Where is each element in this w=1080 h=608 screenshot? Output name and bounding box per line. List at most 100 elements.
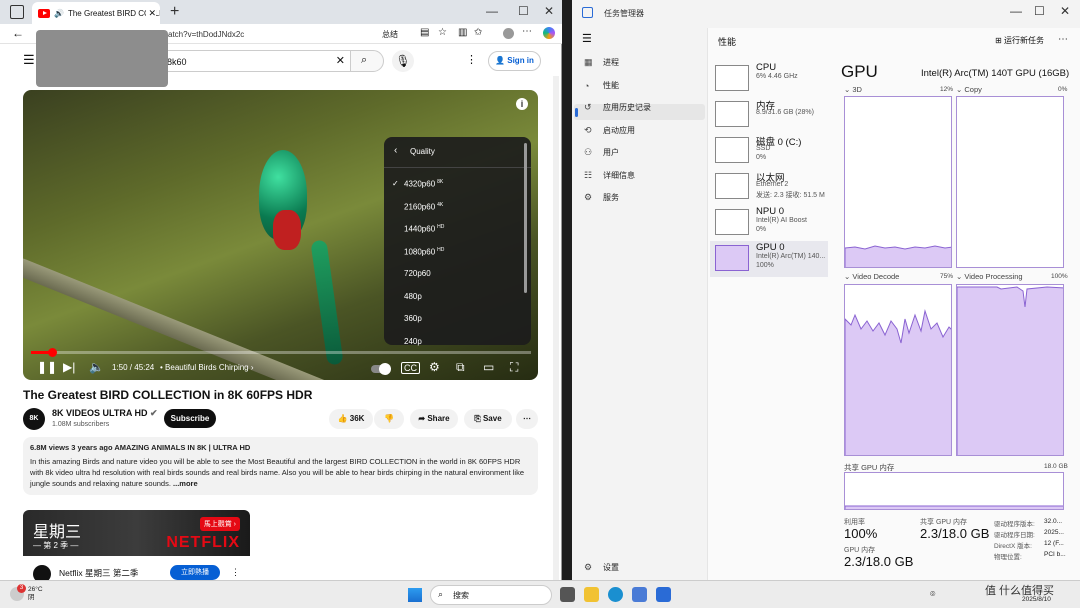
nav-processes[interactable]: ▦ 进程 — [584, 57, 619, 68]
graph-decode[interactable] — [844, 284, 952, 456]
close-icon[interactable]: ✕ — [544, 4, 554, 18]
history-icon: ↺ — [584, 102, 592, 112]
volume-icon[interactable]: 🔈 — [89, 360, 104, 374]
device-item[interactable]: NPU 0 Intel(R) AI Boost 0% — [710, 205, 828, 241]
network-icon[interactable]: ⌾ — [930, 589, 935, 600]
nav-details[interactable]: ☷ 详细信息 — [584, 170, 635, 181]
next-icon[interactable]: ▶| — [63, 360, 75, 374]
immersive-reader-icon[interactable]: ▤ — [420, 27, 429, 38]
task-manager-taskbar-icon[interactable] — [656, 587, 671, 602]
device-item[interactable]: CPU 6% 4.46 GHz — [710, 61, 828, 97]
captions-icon[interactable]: CC — [401, 362, 420, 374]
nav-users[interactable]: ⚇ 用户 — [584, 147, 619, 158]
settings-label: 设置 — [603, 563, 619, 572]
tm-more-icon[interactable]: ⋯ — [1058, 34, 1068, 45]
start-button-icon[interactable] — [408, 588, 422, 602]
speaker-icon[interactable]: 🔊 — [54, 9, 64, 18]
weather-widget[interactable]: 26°C 阴 — [28, 586, 43, 602]
description-box[interactable]: 6.8M views 3 years ago AMAZING ANIMALS I… — [23, 437, 538, 495]
sign-in-button[interactable]: 👤 Sign in — [488, 51, 541, 71]
quality-option[interactable]: 2160p60 4K — [404, 202, 443, 212]
device-item[interactable]: GPU 0 Intel(R) Arc(TM) 140... 100% — [710, 241, 828, 277]
nav-settings[interactable]: ⚙ 设置 — [584, 562, 619, 573]
minimize-icon[interactable]: — — [486, 4, 498, 18]
graph-shared-mem[interactable] — [844, 472, 1064, 510]
settings-gear-icon[interactable]: ⚙ — [429, 360, 440, 374]
quality-option[interactable]: 240p — [404, 337, 422, 346]
split-screen-icon[interactable]: ▥ — [458, 27, 467, 38]
clock-date[interactable]: 2025/8/10 — [1022, 596, 1051, 603]
ad-card[interactable]: 星期三 — 第 2 季 — 馬上觀賞 › NETFLIX Netflix 星期三… — [23, 510, 250, 580]
search-button[interactable]: ⌕ — [350, 50, 384, 72]
page-scrollbar[interactable] — [553, 76, 559, 580]
autoplay-toggle[interactable] — [371, 363, 391, 375]
tm-hamburger-icon[interactable]: ☰ — [582, 32, 592, 45]
nav-startup[interactable]: ⟲ 启动应用 — [584, 125, 635, 136]
quality-option[interactable]: 1440p60 HD — [404, 224, 444, 234]
hamburger-menu-icon[interactable]: ☰ — [23, 52, 35, 68]
graph-3d[interactable] — [844, 96, 952, 268]
ad-image[interactable]: 星期三 — 第 2 季 — 馬上觀賞 › NETFLIX — [23, 510, 250, 556]
favorites-bar-icon[interactable]: ✩ — [474, 27, 482, 38]
tm-minimize-icon[interactable]: — — [1010, 4, 1022, 18]
channel-name[interactable]: 8K VIDEOS ULTRA HD ✔ — [52, 408, 158, 419]
back-chevron-icon[interactable]: ‹ — [394, 145, 397, 156]
read-aloud-button[interactable]: 总结 — [382, 29, 398, 40]
progress-bar[interactable] — [31, 348, 531, 357]
more-actions-button[interactable]: ⋯ — [516, 409, 538, 429]
tm-close-icon[interactable]: ✕ — [1060, 4, 1070, 18]
taskbar-search[interactable]: ⌕ 搜索 — [430, 585, 552, 605]
nav-services[interactable]: ⚙ 服务 — [584, 192, 619, 203]
theater-mode-icon[interactable]: ▭ — [483, 360, 494, 374]
quality-option[interactable]: 720p60 — [404, 269, 431, 278]
device-item[interactable]: 内存 8.9/31.6 GB (28%) — [710, 97, 828, 133]
quality-option[interactable]: 360p — [404, 314, 422, 323]
maximize-icon[interactable]: ☐ — [518, 4, 529, 18]
chapter-title[interactable]: • Beautiful Birds Chirping › — [160, 363, 254, 372]
copilot-icon[interactable] — [543, 27, 555, 39]
subscribe-button[interactable]: Subscribe — [164, 409, 216, 428]
more-link[interactable]: ...more — [173, 479, 198, 488]
back-icon[interactable]: ← — [12, 26, 24, 40]
tm-maximize-icon[interactable]: ☐ — [1034, 4, 1045, 18]
device-item[interactable]: 以太网 Ethernet 2 发送: 2.3 接收: 51.5 M — [710, 169, 828, 205]
tab-youtube[interactable]: 🔊 The Greatest BIRD COLLECTION in 8K ✕ — [32, 2, 160, 24]
graph-processing[interactable] — [956, 284, 1064, 456]
tab-close-icon[interactable]: ✕ — [146, 7, 156, 19]
quality-option[interactable]: 1080p60 HD — [404, 247, 444, 257]
task-view-icon[interactable] — [560, 587, 575, 602]
device-item[interactable]: 磁盘 0 (C:) SSD 0% — [710, 133, 828, 169]
profile-avatar[interactable] — [503, 28, 514, 39]
settings-menu-icon[interactable]: ⋮ — [466, 53, 477, 66]
pause-icon[interactable]: ❚❚ — [37, 360, 57, 374]
tab-actions-icon[interactable] — [10, 5, 24, 19]
run-new-task-button[interactable]: ⊞ 运行新任务 — [995, 35, 1044, 46]
ad-badge[interactable]: 馬上觀賞 › — [199, 517, 240, 531]
dislike-button[interactable]: 👎 — [374, 409, 404, 429]
graph-copy[interactable] — [956, 96, 1064, 268]
save-button[interactable]: ⎘ Save — [464, 409, 512, 429]
share-button[interactable]: ➦ Share — [410, 409, 458, 429]
nav-app-history[interactable]: ↺ 应用历史记录 — [584, 102, 651, 113]
voice-search-button[interactable]: 🎙 — [392, 50, 414, 72]
video-player[interactable]: i ‹ Quality ✓ 4320p60 8K 2160p60 4K 1440p60 HD… — [23, 90, 538, 380]
clear-search-icon[interactable]: ✕ — [336, 54, 345, 67]
store-icon[interactable] — [632, 587, 647, 602]
ad-cta-button[interactable]: 立即熱播 — [170, 565, 220, 580]
quality-option[interactable]: 480p — [404, 292, 422, 301]
fullscreen-icon[interactable]: ⛶ — [510, 360, 518, 375]
like-button[interactable]: 👍 36K — [329, 409, 373, 429]
quality-option[interactable]: 4320p60 8K — [404, 179, 443, 189]
quality-scrollbar[interactable] — [524, 143, 527, 293]
miniplayer-icon[interactable]: ⧉ — [456, 360, 465, 375]
url-text[interactable]: atch?v=thDodJNdx2c — [168, 30, 244, 39]
nav-performance[interactable]: ◔ 性能 — [584, 80, 619, 91]
channel-avatar[interactable]: 8K — [23, 408, 45, 430]
file-explorer-icon[interactable] — [584, 587, 599, 602]
new-tab-icon[interactable]: + — [170, 3, 179, 21]
favorite-icon[interactable]: ☆ — [438, 27, 447, 38]
more-menu-icon[interactable]: ⋯ — [522, 26, 532, 37]
info-icon[interactable]: i — [516, 98, 528, 110]
ad-more-icon[interactable]: ⋮ — [231, 567, 240, 578]
edge-icon[interactable] — [608, 587, 623, 602]
